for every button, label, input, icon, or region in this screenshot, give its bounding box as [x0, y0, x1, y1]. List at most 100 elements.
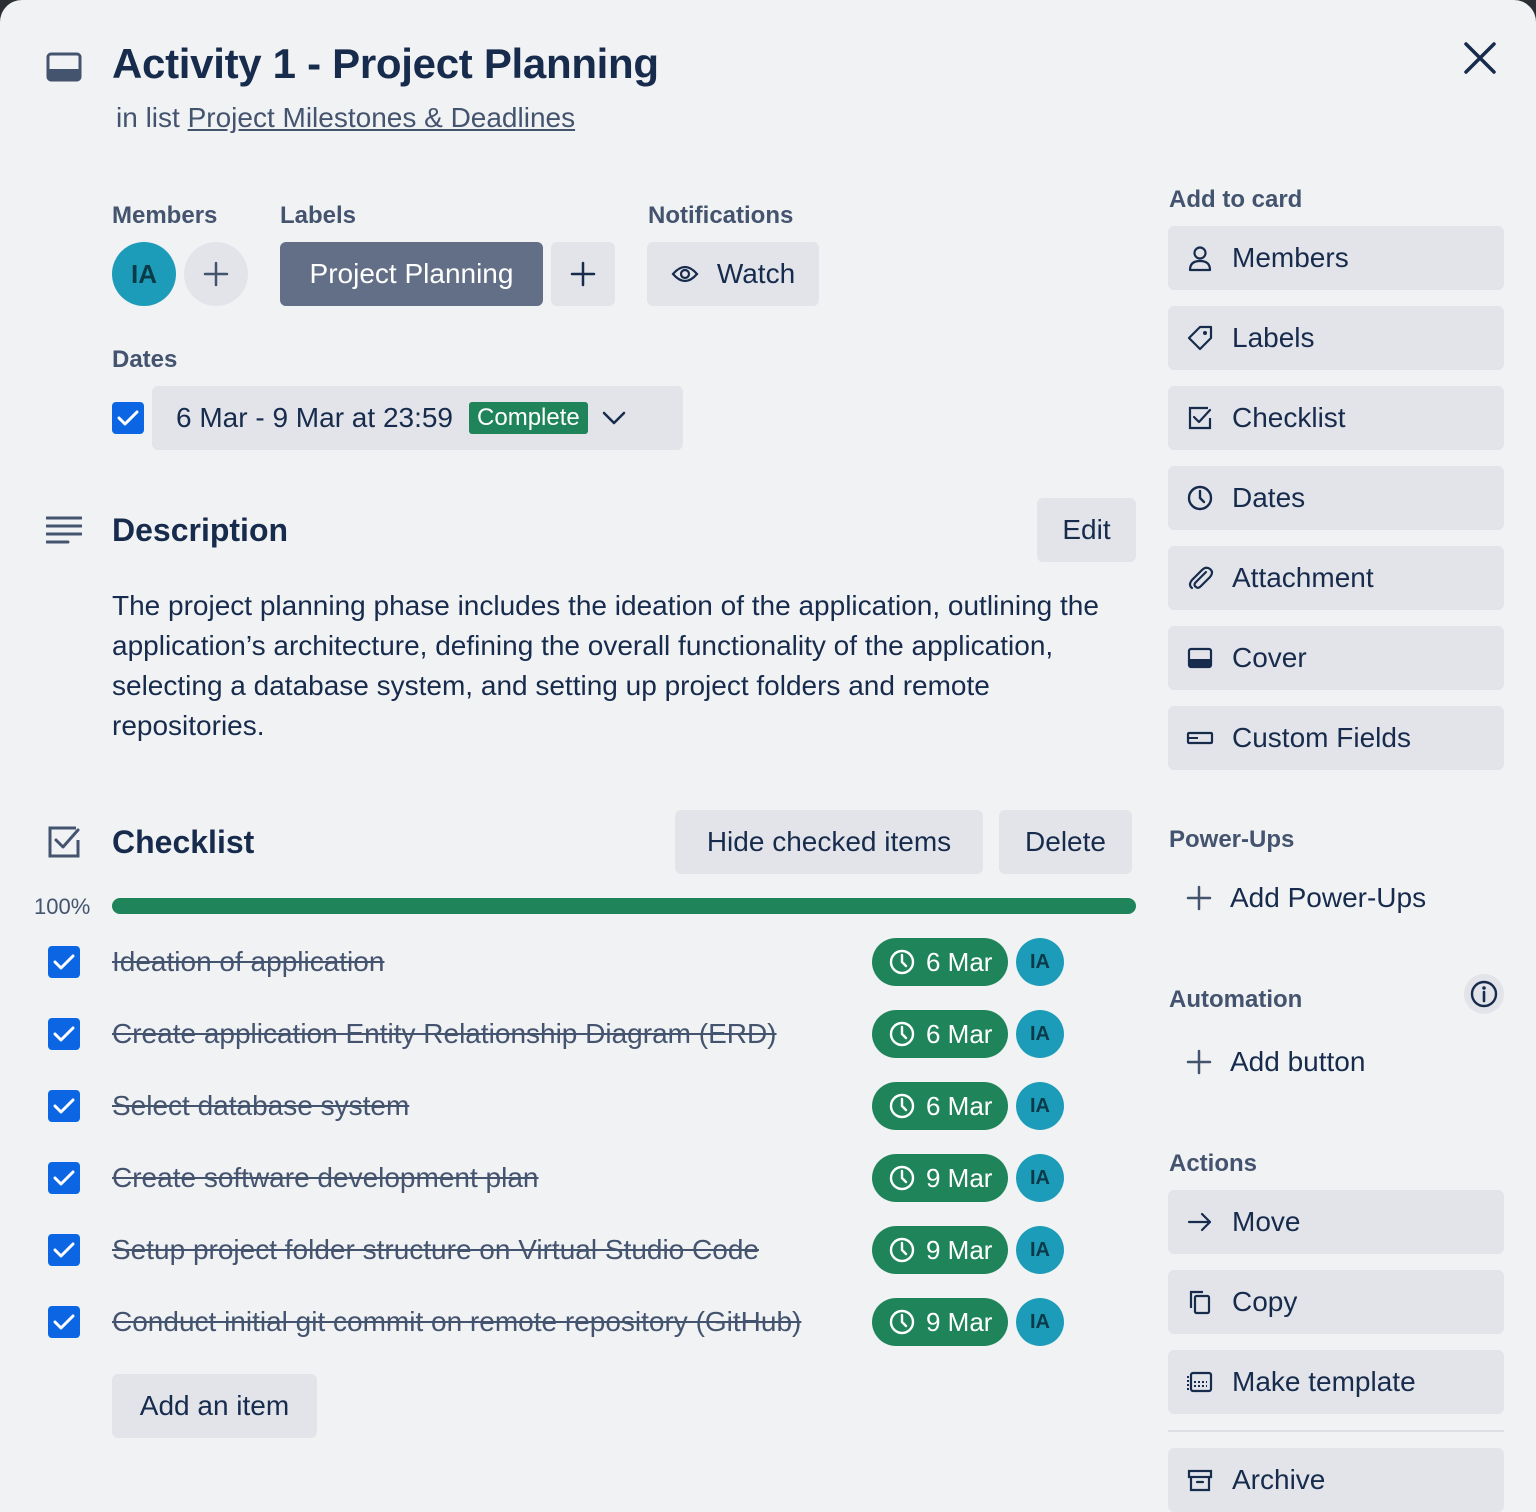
- hide-checked-items-button[interactable]: Hide checked items: [675, 810, 983, 874]
- check-icon: [53, 1314, 75, 1330]
- add-powerups-label: Add Power-Ups: [1230, 882, 1427, 913]
- sidebar-button-label: Custom Fields: [1232, 722, 1411, 753]
- sidebar-button-label: Archive: [1232, 1464, 1326, 1495]
- add-member-button[interactable]: [184, 242, 248, 306]
- dates-complete-checkbox[interactable]: [112, 402, 144, 434]
- check-icon: [53, 1242, 75, 1258]
- add-item-button[interactable]: Add an item: [112, 1374, 317, 1438]
- due-date-badge[interactable]: 9 Mar: [872, 1226, 1008, 1274]
- checklist-item-checkbox[interactable]: [48, 1018, 80, 1050]
- notifications-heading: Notifications: [648, 202, 794, 229]
- automation-heading: Automation: [1169, 986, 1303, 1013]
- add-cover-button[interactable]: Cover: [1168, 626, 1504, 690]
- archive-icon: [1186, 1466, 1214, 1494]
- checklist-item-text[interactable]: Create software development plan: [112, 1162, 538, 1194]
- check-icon: [117, 410, 139, 426]
- assignee-avatar[interactable]: IA: [1016, 1226, 1064, 1274]
- add-checklist-button[interactable]: Checklist: [1168, 386, 1504, 450]
- description-icon: [46, 515, 82, 545]
- checklist-item-checkbox[interactable]: [48, 1090, 80, 1122]
- checklist-item-text[interactable]: Create application Entity Relationship D…: [112, 1018, 777, 1050]
- delete-checklist-button[interactable]: Delete: [999, 810, 1132, 874]
- edit-description-button[interactable]: Edit: [1037, 498, 1136, 562]
- close-icon[interactable]: [1462, 40, 1498, 76]
- checklist-item-checkbox[interactable]: [48, 1306, 80, 1338]
- checklist-item-text[interactable]: Select database system: [112, 1090, 409, 1122]
- list-link[interactable]: Project Milestones & Deadlines: [188, 102, 576, 133]
- clock-icon: [888, 1236, 916, 1264]
- clock-icon: [888, 948, 916, 976]
- assignee-avatar[interactable]: IA: [1016, 1010, 1064, 1058]
- add-members-button[interactable]: Members: [1168, 226, 1504, 290]
- add-labels-button[interactable]: Labels: [1168, 306, 1504, 370]
- avatar[interactable]: IA: [112, 242, 176, 306]
- card-icon: [46, 52, 82, 82]
- plus-icon: [1186, 1049, 1212, 1075]
- add-powerups-button[interactable]: Add Power-Ups: [1168, 876, 1426, 920]
- sidebar-button-label: Move: [1232, 1206, 1301, 1237]
- sidebar-button-label: Checklist: [1232, 402, 1346, 433]
- assignee-avatar[interactable]: IA: [1016, 1154, 1064, 1202]
- checklist-icon: [46, 824, 82, 860]
- chevron-down-icon: [602, 411, 626, 425]
- move-button[interactable]: Move: [1168, 1190, 1504, 1254]
- checklist-item-checkbox[interactable]: [48, 1162, 80, 1194]
- sidebar-button-label: Make template: [1232, 1366, 1416, 1397]
- person-icon: [1186, 244, 1214, 272]
- assignee-avatar[interactable]: IA: [1016, 1298, 1064, 1346]
- make-template-button[interactable]: Make template: [1168, 1350, 1504, 1414]
- plus-icon: [203, 261, 229, 287]
- checklist-item-checkbox[interactable]: [48, 1234, 80, 1266]
- add-attachment-button[interactable]: Attachment: [1168, 546, 1504, 610]
- dates-heading: Dates: [112, 346, 178, 373]
- due-date-text: 6 Mar: [926, 946, 993, 977]
- members-heading: Members: [112, 202, 218, 229]
- add-automation-button[interactable]: Add button: [1168, 1040, 1365, 1084]
- add-custom-fields-button[interactable]: Custom Fields: [1168, 706, 1504, 770]
- progress-percent: 100%: [34, 894, 91, 919]
- check-icon: [53, 954, 75, 970]
- description-text[interactable]: The project planning phase includes the …: [112, 586, 1122, 746]
- eye-icon: [671, 264, 699, 284]
- due-date-text: 9 Mar: [926, 1162, 993, 1193]
- add-to-card-heading: Add to card: [1169, 186, 1303, 213]
- due-date-badge[interactable]: 9 Mar: [872, 1298, 1008, 1346]
- check-icon: [53, 1026, 75, 1042]
- sidebar-button-label: Dates: [1232, 482, 1306, 513]
- watch-button[interactable]: Watch: [647, 242, 819, 306]
- assignee-avatar[interactable]: IA: [1016, 938, 1064, 986]
- archive-button[interactable]: Archive: [1168, 1448, 1504, 1512]
- checklist-item-text[interactable]: Ideation of application: [112, 946, 384, 978]
- dates-range: 6 Mar - 9 Mar at 23:59: [176, 402, 454, 433]
- sidebar-button-label: Copy: [1232, 1286, 1298, 1317]
- due-date-text: 9 Mar: [926, 1234, 993, 1265]
- description-heading: Description: [112, 512, 289, 548]
- due-date-badge[interactable]: 6 Mar: [872, 938, 1008, 986]
- due-date-text: 9 Mar: [926, 1306, 993, 1337]
- checklist-item-text[interactable]: Conduct initial git commit on remote rep…: [112, 1306, 801, 1338]
- checklist-item-text[interactable]: Setup project folder structure on Virtua…: [112, 1234, 759, 1266]
- tag-icon: [1186, 324, 1214, 352]
- progress-fill: [112, 898, 1136, 914]
- checklist-icon: [1186, 404, 1214, 432]
- due-date-badge[interactable]: 6 Mar: [872, 1082, 1008, 1130]
- check-icon: [53, 1098, 75, 1114]
- checklist-item-checkbox[interactable]: [48, 946, 80, 978]
- watch-label: Watch: [716, 258, 796, 289]
- label-chip[interactable]: Project Planning: [280, 242, 543, 306]
- due-date-badge[interactable]: 6 Mar: [872, 1010, 1008, 1058]
- custom-fields-icon: [1186, 724, 1214, 752]
- add-button-label: Add button: [1230, 1046, 1366, 1077]
- card-list-info: in list Project Milestones & Deadlines: [116, 102, 575, 134]
- due-date-text: 6 Mar: [926, 1090, 993, 1121]
- add-label-button[interactable]: [551, 242, 615, 306]
- card-title[interactable]: Activity 1 - Project Planning: [112, 40, 659, 88]
- assignee-avatar[interactable]: IA: [1016, 1082, 1064, 1130]
- add-dates-button[interactable]: Dates: [1168, 466, 1504, 530]
- due-date-badge[interactable]: 9 Mar: [872, 1154, 1008, 1202]
- labels-heading: Labels: [280, 202, 357, 229]
- sidebar-button-label: Labels: [1232, 322, 1315, 353]
- automation-info-button[interactable]: [1464, 974, 1504, 1014]
- copy-button[interactable]: Copy: [1168, 1270, 1504, 1334]
- dates-dropdown[interactable]: 6 Mar - 9 Mar at 23:59 Complete: [152, 386, 683, 450]
